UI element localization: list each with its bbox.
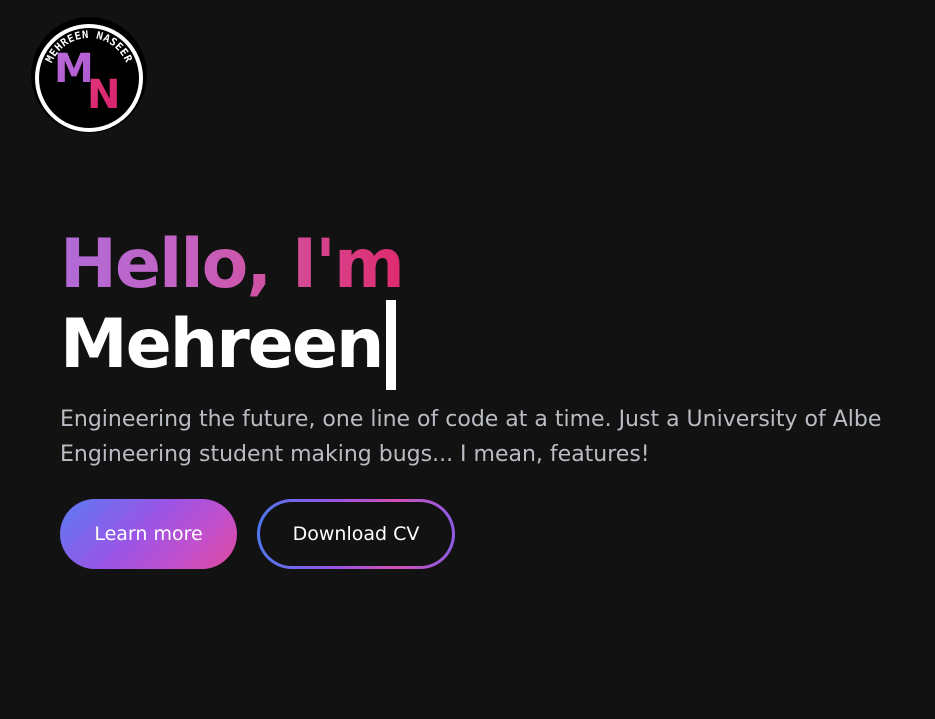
hero-name: Mehreen [60,305,384,384]
logo-badge-icon: MEHREEN NASEER M N [31,17,147,133]
typing-caret [386,300,397,390]
logo[interactable]: MEHREEN NASEER M N [30,16,148,134]
download-cv-label: Download CV [260,502,452,566]
download-cv-button[interactable]: Download CV [257,499,455,569]
hero-tagline: Engineering the future, one line of code… [60,402,935,472]
hero-greeting: Hello, I'm [60,226,935,304]
logo-initial-n: N [87,72,120,118]
learn-more-button[interactable]: Learn more [60,499,237,569]
hero-section: Hello, I'm Mehreen Engineering the futur… [60,226,935,494]
greeting-text: Hello, I'm [60,225,405,304]
page: MEHREEN NASEER M N Hello, I'm Mehreen En… [0,0,935,719]
tagline-line-1: Engineering the future, one line of code… [60,407,882,432]
name-line: Mehreen [60,300,935,390]
hero-actions: Learn more Download CV [60,499,455,569]
tagline-line-2: Engineering student making bugs... I mea… [60,442,650,467]
